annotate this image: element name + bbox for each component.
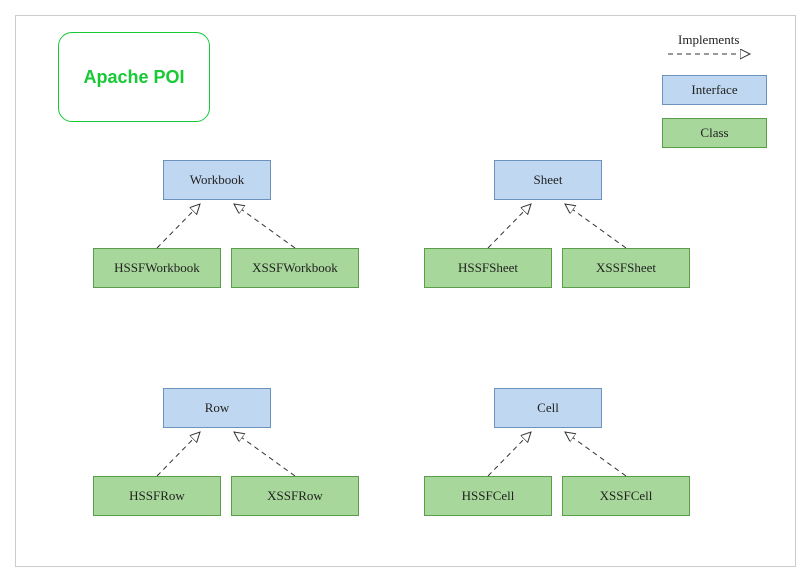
class-hssfrow: HSSFRow bbox=[93, 476, 221, 516]
class-xssfrow: XSSFRow bbox=[231, 476, 359, 516]
interface-sheet: Sheet bbox=[494, 160, 602, 200]
legend-interface-box: Interface bbox=[662, 75, 767, 105]
interface-label: Sheet bbox=[534, 172, 563, 188]
interface-workbook: Workbook bbox=[163, 160, 271, 200]
diagram-canvas: Apache POI Implements Interface Class Wo… bbox=[0, 0, 811, 582]
class-xssfsheet: XSSFSheet bbox=[562, 248, 690, 288]
legend-interface-text: Interface bbox=[691, 82, 737, 98]
legend-class-text: Class bbox=[700, 125, 728, 141]
diagram-title: Apache POI bbox=[58, 32, 210, 122]
class-label: XSSFWorkbook bbox=[252, 260, 338, 276]
class-hssfcell: HSSFCell bbox=[424, 476, 552, 516]
class-label: HSSFRow bbox=[129, 488, 185, 504]
class-label: HSSFSheet bbox=[458, 260, 518, 276]
class-hssfworkbook: HSSFWorkbook bbox=[93, 248, 221, 288]
class-label: XSSFSheet bbox=[596, 260, 656, 276]
legend-implements-label: Implements bbox=[678, 32, 739, 48]
class-label: XSSFCell bbox=[600, 488, 653, 504]
interface-cell: Cell bbox=[494, 388, 602, 428]
class-xssfcell: XSSFCell bbox=[562, 476, 690, 516]
title-text: Apache POI bbox=[83, 67, 184, 88]
legend-class-box: Class bbox=[662, 118, 767, 148]
interface-label: Row bbox=[205, 400, 230, 416]
interface-label: Workbook bbox=[190, 172, 245, 188]
class-xssfworkbook: XSSFWorkbook bbox=[231, 248, 359, 288]
class-label: HSSFCell bbox=[462, 488, 515, 504]
interface-label: Cell bbox=[537, 400, 559, 416]
interface-row: Row bbox=[163, 388, 271, 428]
class-hssfsheet: HSSFSheet bbox=[424, 248, 552, 288]
class-label: XSSFRow bbox=[267, 488, 323, 504]
class-label: HSSFWorkbook bbox=[114, 260, 200, 276]
